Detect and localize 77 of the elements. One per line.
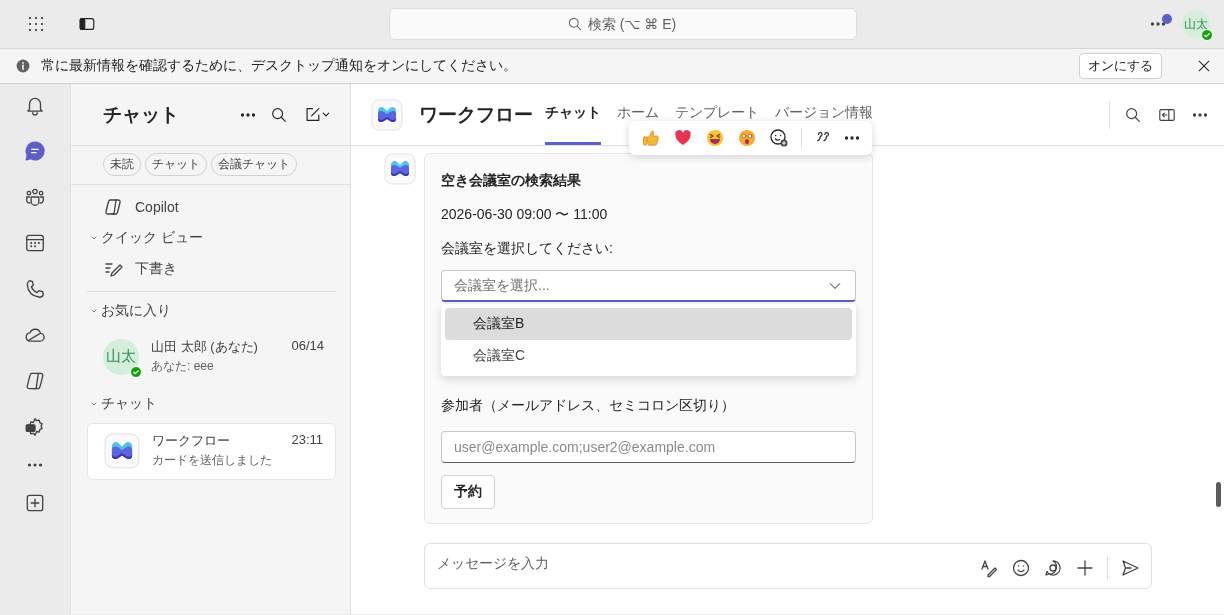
tab[interactable]: テンプレート bbox=[675, 84, 759, 120]
add-icon bbox=[24, 492, 46, 514]
search-icon[interactable] bbox=[270, 105, 288, 124]
sidebar-toggle-icon[interactable] bbox=[78, 15, 96, 33]
app-logo-icon bbox=[104, 432, 140, 469]
thumbs-up-icon[interactable] bbox=[641, 128, 661, 148]
heart-icon[interactable] bbox=[673, 128, 693, 148]
conversation-title: ワークフロー bbox=[419, 102, 533, 127]
section-header[interactable]: お気に入り bbox=[71, 296, 350, 326]
user-avatar[interactable]: 山太 bbox=[1182, 10, 1210, 38]
search-field[interactable]: 検索 (⌥ ⌘ E) bbox=[389, 8, 857, 40]
search-icon bbox=[567, 16, 583, 32]
chat-preview: カードを送信しました bbox=[152, 452, 273, 469]
chat-preview: あなた: eee bbox=[151, 358, 215, 375]
copilot-nav-button[interactable] bbox=[24, 370, 46, 392]
message-field[interactable]: メッセージを入力 bbox=[424, 543, 1152, 589]
add-icon[interactable] bbox=[1075, 558, 1095, 578]
send-icon[interactable] bbox=[1120, 558, 1140, 578]
user-avatar: 山太 bbox=[103, 338, 139, 375]
filter-chip[interactable]: 未読 bbox=[103, 153, 141, 176]
emoji-icon[interactable] bbox=[1011, 558, 1031, 578]
copilot-icon bbox=[24, 370, 46, 392]
scrollbar-thumb[interactable] bbox=[1216, 482, 1221, 507]
chat-list-title: チャット bbox=[103, 102, 180, 127]
more-icon[interactable] bbox=[240, 112, 256, 117]
close-icon[interactable] bbox=[1196, 58, 1212, 74]
search-icon[interactable] bbox=[1124, 105, 1142, 124]
app-logo-icon bbox=[384, 153, 416, 185]
tab[interactable]: ホーム bbox=[617, 84, 659, 120]
phone-nav-button[interactable] bbox=[24, 278, 46, 300]
app-logo-icon bbox=[371, 98, 403, 131]
calendar-icon bbox=[24, 232, 46, 254]
calendar-nav-button[interactable] bbox=[24, 232, 46, 254]
field-label: 参加者（メールアドレス、セミコロン区切り） bbox=[441, 397, 735, 415]
add-reaction-icon[interactable] bbox=[769, 128, 789, 148]
available-status-icon bbox=[1201, 29, 1213, 41]
chat-list-item[interactable]: ワークフロー 23:11 カードを送信しました bbox=[87, 423, 336, 480]
chat-list-item[interactable]: 下書き bbox=[71, 253, 350, 285]
surprised-face-icon[interactable] bbox=[737, 128, 757, 148]
filter-chip[interactable]: 会議チャット bbox=[211, 153, 297, 176]
tab[interactable]: バージョン情報 bbox=[775, 84, 873, 120]
tab[interactable]: チャット bbox=[545, 84, 601, 145]
add-nav-button[interactable] bbox=[24, 492, 46, 514]
gear-nav-button[interactable] bbox=[24, 416, 46, 438]
chat-list-item[interactable]: 山太 山田 太郎 (あなた) 06/14 あなた: eee bbox=[87, 330, 336, 385]
card-title: 空き会議室の検索結果 bbox=[441, 172, 581, 190]
copilot-icon bbox=[103, 197, 123, 217]
people-icon bbox=[24, 186, 46, 208]
people-nav-button[interactable] bbox=[24, 186, 46, 208]
chat-icon bbox=[24, 140, 46, 162]
more-icon[interactable] bbox=[844, 136, 860, 140]
chat-name: 山田 太郎 (あなた) bbox=[151, 338, 258, 356]
chat-list-item[interactable]: Copilot bbox=[71, 191, 350, 223]
room-dropdown[interactable]: 会議室を選択... bbox=[441, 270, 856, 302]
section-header[interactable]: チャット bbox=[71, 389, 350, 419]
notification-text: 常に最新情報を確認するために、デスクトップ通知をオンにしてください。 bbox=[41, 57, 518, 75]
notification-dot bbox=[1162, 14, 1172, 24]
chat-name: ワークフロー bbox=[152, 432, 230, 450]
phone-icon bbox=[24, 278, 46, 300]
chat-time: 23:11 bbox=[291, 432, 323, 449]
date-time-text: 2026-06-30 09:00 〜 11:00 bbox=[441, 206, 608, 224]
dropdown-option[interactable]: 会議室C bbox=[445, 340, 852, 372]
available-status-icon bbox=[130, 365, 142, 378]
filter-chip[interactable]: チャット bbox=[145, 153, 207, 176]
reserve-button[interactable]: 予約 bbox=[441, 475, 495, 509]
more-icon[interactable] bbox=[1192, 112, 1208, 117]
gear-icon bbox=[24, 416, 46, 438]
apps-grid-icon[interactable] bbox=[26, 14, 46, 34]
laughing-face-icon[interactable] bbox=[705, 128, 725, 148]
turn-on-button[interactable]: オンにする bbox=[1079, 53, 1162, 79]
participants-field[interactable]: user@example.com;user2@example.com bbox=[441, 431, 856, 463]
chat-time: 06/14 bbox=[291, 338, 324, 355]
dropdown-option[interactable]: 会議室B bbox=[445, 308, 852, 340]
section-header[interactable]: クイック ビュー bbox=[71, 223, 350, 253]
field-label: 会議室を選択してください: bbox=[441, 240, 613, 258]
info-icon bbox=[15, 58, 31, 74]
format-icon[interactable] bbox=[979, 558, 999, 578]
